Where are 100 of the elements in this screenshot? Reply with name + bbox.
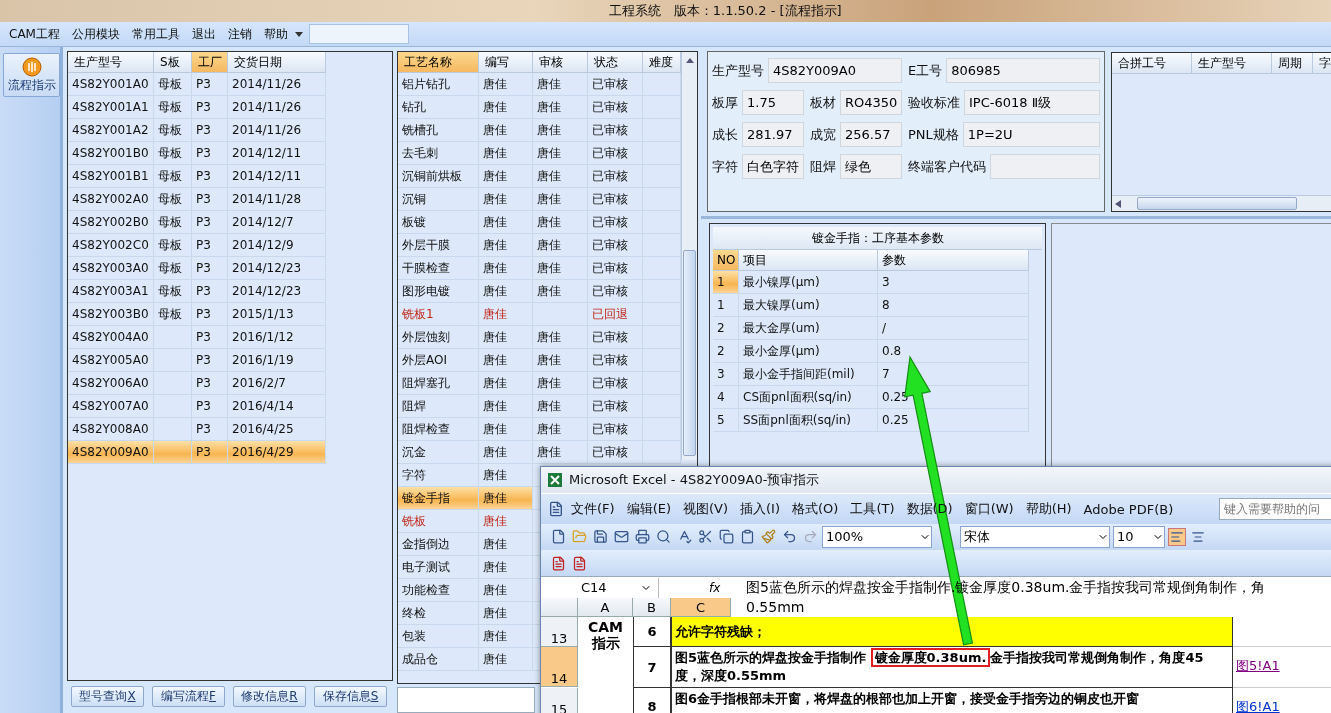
scroll-up-arrow-icon[interactable] [685, 57, 694, 63]
brush-icon[interactable] [759, 527, 777, 546]
action-button[interactable]: 型号查询X [71, 686, 144, 707]
table-cell[interactable]: 4S82Y002A0 [68, 188, 154, 211]
table-cell[interactable]: 3 [713, 363, 739, 386]
table-cell[interactable]: 2014/12/23 [228, 280, 326, 303]
table-cell[interactable] [643, 234, 681, 257]
table-cell[interactable]: 1 [713, 294, 739, 317]
table-cell[interactable]: 2014/11/26 [228, 96, 326, 119]
table-cell[interactable]: 4S82Y001B0 [68, 142, 154, 165]
table-cell[interactable]: 已审核 [588, 73, 643, 96]
table-cell[interactable]: 2016/4/25 [228, 418, 326, 441]
table-cell[interactable]: 2015/1/13 [228, 303, 326, 326]
table-cell[interactable]: 已审核 [588, 165, 643, 188]
column-header[interactable]: B [633, 598, 671, 617]
table-cell[interactable] [643, 119, 681, 142]
table-cell[interactable]: 4S82Y002C0 [68, 234, 154, 257]
table-cell[interactable]: 母板 [154, 280, 192, 303]
table-cell[interactable]: 4S82Y003B0 [68, 303, 154, 326]
table-cell[interactable] [643, 303, 681, 326]
table-cell[interactable]: 2014/12/11 [228, 165, 326, 188]
table-cell[interactable]: 已审核 [588, 188, 643, 211]
column-header[interactable]: 参数 [878, 250, 1029, 271]
menu-item[interactable]: 退出 [186, 23, 221, 45]
table-cell[interactable]: 唐佳 [533, 234, 588, 257]
menu-item[interactable]: 注销 [222, 23, 257, 45]
table-cell[interactable]: 2016/2/7 [228, 372, 326, 395]
table-cell[interactable]: 阻焊 [398, 395, 479, 418]
table-cell[interactable] [643, 441, 681, 464]
table-cell[interactable]: P3 [192, 211, 228, 234]
column-header[interactable]: 合拼工号 [1112, 53, 1192, 74]
menu-item[interactable]: 工具(T) [844, 498, 901, 521]
table-cell[interactable]: 阻焊塞孔 [398, 372, 479, 395]
menu-item[interactable]: 格式(O) [786, 498, 845, 521]
table-cell[interactable]: 2014/12/9 [228, 234, 326, 257]
instruction-text[interactable]: 允许字符残缺； [671, 617, 1233, 647]
table-cell[interactable] [643, 211, 681, 234]
table-cell[interactable] [643, 326, 681, 349]
table-cell[interactable]: 4 [713, 386, 739, 409]
table-cell[interactable]: P3 [192, 142, 228, 165]
table-cell[interactable]: 唐佳 [479, 96, 533, 119]
table-cell[interactable]: 已审核 [588, 211, 643, 234]
table-cell[interactable]: 外层蚀刻 [398, 326, 479, 349]
table-cell[interactable]: 唐佳 [533, 73, 588, 96]
table-cell[interactable]: 板镀 [398, 211, 479, 234]
table-cell[interactable]: 2014/12/7 [228, 211, 326, 234]
link[interactable]: 图5!A1 [1236, 658, 1280, 673]
table-cell[interactable]: 唐佳 [479, 487, 533, 510]
table-cell[interactable]: 唐佳 [533, 418, 588, 441]
table-cell[interactable]: 母板 [154, 119, 192, 142]
table-cell[interactable]: 已审核 [588, 119, 643, 142]
menu-item[interactable]: 公用模块 [66, 23, 125, 45]
table-cell[interactable]: 2 [713, 340, 739, 363]
table-cell[interactable]: 4S82Y001A2 [68, 119, 154, 142]
table-cell[interactable]: P3 [192, 73, 228, 96]
table-cell[interactable]: 唐佳 [533, 372, 588, 395]
column-header[interactable]: 生产型号 [1192, 53, 1272, 74]
table-cell[interactable]: 沉铜 [398, 188, 479, 211]
table-cell[interactable]: 金指倒边 [398, 533, 479, 556]
table-cell[interactable]: 唐佳 [533, 257, 588, 280]
table-cell[interactable]: 唐佳 [533, 441, 588, 464]
table-cell[interactable] [643, 142, 681, 165]
table-cell[interactable]: 2016/1/19 [228, 349, 326, 372]
table-cell[interactable] [643, 188, 681, 211]
table-cell[interactable]: 母板 [154, 96, 192, 119]
table-cell[interactable]: P3 [192, 280, 228, 303]
table-cell[interactable]: 唐佳 [533, 349, 588, 372]
table-cell[interactable]: 母板 [154, 211, 192, 234]
table-cell[interactable]: 4S82Y002B0 [68, 211, 154, 234]
table-cell[interactable]: 图形电镀 [398, 280, 479, 303]
table-cell[interactable]: 已审核 [588, 395, 643, 418]
table-cell[interactable]: 8 [878, 294, 1029, 317]
table-cell[interactable]: 已回退 [588, 303, 643, 326]
menu-item[interactable]: 插入(I) [734, 498, 786, 521]
table-cell[interactable] [643, 372, 681, 395]
scroll-left-arrow-icon[interactable] [1115, 199, 1123, 208]
column-header[interactable]: 审核 [533, 52, 588, 73]
table-cell[interactable]: P3 [192, 257, 228, 280]
table-cell[interactable]: 已审核 [588, 418, 643, 441]
text-field[interactable]: 1P=2U [962, 122, 1100, 147]
table-cell[interactable] [154, 418, 192, 441]
table-cell[interactable]: P3 [192, 372, 228, 395]
table-cell[interactable]: P3 [192, 303, 228, 326]
table-cell[interactable]: 终检 [398, 602, 479, 625]
instruction-text[interactable]: 图6金手指根部未开窗，将焊盘的根部也加上开窗，接受金手指旁边的铜皮也开窗 [671, 688, 1233, 713]
dropdown-field[interactable] [308, 24, 409, 44]
column-header[interactable]: 交货日期 [228, 52, 326, 73]
table-cell[interactable]: 母板 [154, 165, 192, 188]
table-cell[interactable]: 沉金 [398, 441, 479, 464]
column-header[interactable]: S板 [154, 52, 192, 73]
action-button[interactable]: 编写流程F [152, 686, 225, 707]
table-cell[interactable]: 唐佳 [479, 257, 533, 280]
menu-item[interactable]: 常用工具 [126, 23, 185, 45]
table-cell[interactable]: 成品仓 [398, 648, 479, 671]
table-cell[interactable]: P3 [192, 119, 228, 142]
table-cell[interactable]: 3 [878, 271, 1029, 294]
table-cell[interactable]: 唐佳 [479, 625, 533, 648]
table-cell[interactable]: 2014/12/23 [228, 257, 326, 280]
table-cell[interactable]: 唐佳 [479, 326, 533, 349]
table-cell[interactable]: 2014/12/11 [228, 142, 326, 165]
